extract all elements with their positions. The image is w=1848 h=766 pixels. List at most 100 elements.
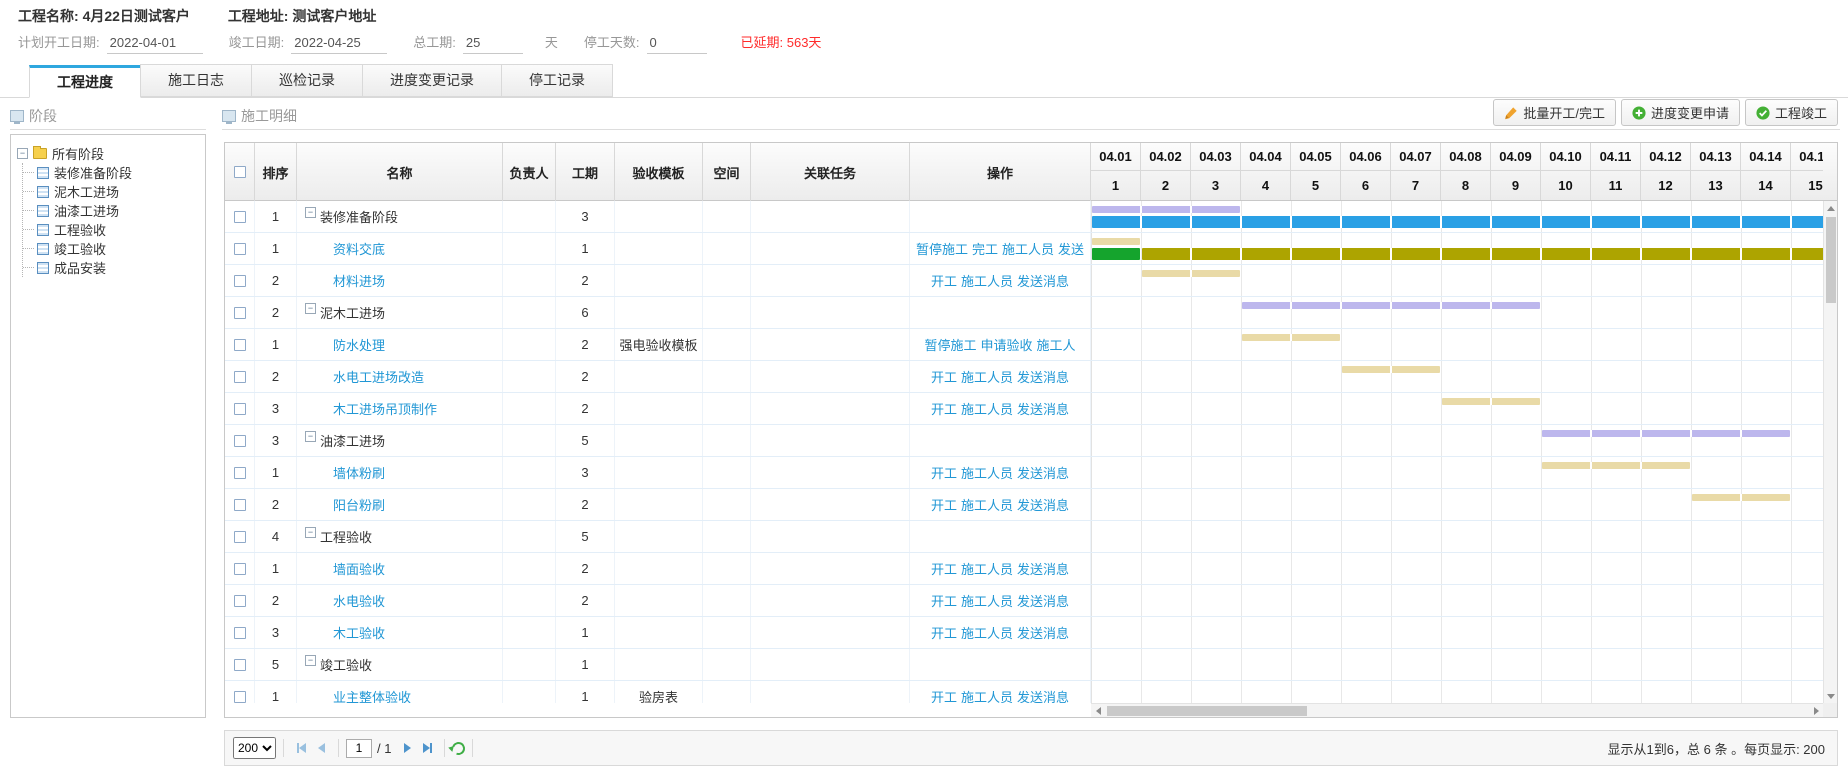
row-checkbox[interactable] (234, 499, 246, 511)
first-page-button[interactable] (291, 738, 311, 758)
gantt-bar-planned-task[interactable] (1142, 270, 1240, 277)
progress-change-request-button[interactable]: 进度变更申请 (1621, 99, 1740, 126)
op-link[interactable]: 施工人 (1037, 335, 1076, 354)
op-link[interactable]: 开工 (931, 591, 957, 610)
row-checkbox[interactable] (234, 243, 246, 255)
row-checkbox[interactable] (234, 467, 246, 479)
gantt-bar-overdue[interactable] (1142, 248, 1823, 260)
op-link[interactable]: 申请验收 (980, 335, 1032, 354)
op-link[interactable]: 发送消息 (1017, 623, 1069, 642)
op-link[interactable]: 发送消息 (1017, 367, 1069, 386)
op-link[interactable]: 开工 (931, 559, 957, 578)
collapse-icon[interactable] (305, 655, 316, 666)
finish-date-field[interactable]: 2022-04-25 (291, 35, 387, 54)
op-link[interactable]: 开工 (931, 623, 957, 642)
tree-root-all-stages[interactable]: 所有阶段 (17, 143, 199, 163)
row-checkbox[interactable] (234, 531, 246, 543)
gantt-bar-planned-group[interactable] (1542, 430, 1790, 437)
op-link[interactable]: 发送 (1058, 239, 1084, 258)
vertical-scrollbar[interactable] (1823, 201, 1837, 703)
op-link[interactable]: 施工人员 (1002, 239, 1054, 258)
gantt-bar-planned-task[interactable] (1692, 494, 1790, 501)
select-all-checkbox[interactable] (234, 166, 246, 178)
op-link[interactable]: 暂停施工 (924, 335, 976, 354)
op-link[interactable]: 施工人员 (961, 271, 1013, 290)
collapse-icon[interactable] (305, 303, 316, 314)
tab-item[interactable]: 工程进度 (29, 65, 141, 98)
row-checkbox[interactable] (234, 659, 246, 671)
row-checkbox[interactable] (234, 211, 246, 223)
tree-item[interactable]: 泥木工进场 (23, 182, 199, 201)
op-link[interactable]: 开工 (931, 495, 957, 514)
op-link[interactable]: 开工 (931, 271, 957, 290)
op-link[interactable]: 施工人员 (961, 463, 1013, 482)
gantt-bar-planned-task[interactable] (1242, 334, 1340, 341)
tab-item[interactable]: 进度变更记录 (362, 64, 502, 97)
op-link[interactable]: 开工 (931, 463, 957, 482)
row-checkbox[interactable] (234, 339, 246, 351)
row-checkbox[interactable] (234, 563, 246, 575)
row-checkbox[interactable] (234, 627, 246, 639)
page-size-select[interactable]: 200 (233, 737, 276, 759)
tab-item[interactable]: 施工日志 (140, 64, 252, 97)
task-name-link[interactable]: 水电验收 (333, 591, 385, 610)
tree-item[interactable]: 装修准备阶段 (23, 163, 199, 182)
row-checkbox[interactable] (234, 435, 246, 447)
task-name-link[interactable]: 木工进场吊顶制作 (333, 399, 437, 418)
row-checkbox[interactable] (234, 371, 246, 383)
next-page-button[interactable] (397, 738, 417, 758)
scroll-up-icon[interactable] (1824, 201, 1838, 215)
scroll-left-icon[interactable] (1091, 704, 1105, 718)
op-link[interactable]: 施工人员 (961, 623, 1013, 642)
gantt-bar-planned-group[interactable] (1242, 302, 1540, 309)
gantt-bar-done[interactable] (1092, 248, 1140, 260)
tree-item[interactable]: 竣工验收 (23, 239, 199, 258)
op-link[interactable]: 完工 (972, 239, 998, 258)
op-link[interactable]: 施工人员 (961, 559, 1013, 578)
gantt-bar-actual[interactable] (1092, 216, 1823, 228)
task-name-link[interactable]: 墙面验收 (333, 559, 385, 578)
task-name-link[interactable]: 木工验收 (333, 623, 385, 642)
tab-item[interactable]: 巡检记录 (251, 64, 363, 97)
gantt-bar-planned-group[interactable] (1092, 206, 1240, 213)
op-link[interactable]: 施工人员 (961, 591, 1013, 610)
task-name-link[interactable]: 业主整体验收 (333, 687, 411, 703)
op-link[interactable]: 发送消息 (1017, 495, 1069, 514)
op-link[interactable]: 发送消息 (1017, 559, 1069, 578)
op-link[interactable]: 发送消息 (1017, 399, 1069, 418)
total-duration-field[interactable]: 25 (463, 35, 523, 54)
task-name-link[interactable]: 防水处理 (333, 335, 385, 354)
collapse-icon[interactable] (305, 431, 316, 442)
vertical-scrollbar-thumb[interactable] (1826, 217, 1836, 303)
scroll-down-icon[interactable] (1824, 689, 1838, 703)
gantt-bar-planned-task[interactable] (1092, 238, 1140, 245)
task-name-link[interactable]: 材料进场 (333, 271, 385, 290)
op-link[interactable]: 开工 (931, 367, 957, 386)
page-input[interactable] (346, 739, 372, 758)
gantt-bar-planned-task[interactable] (1542, 462, 1690, 469)
scroll-right-icon[interactable] (1809, 704, 1823, 718)
tree-item[interactable]: 工程验收 (23, 220, 199, 239)
row-checkbox[interactable] (234, 595, 246, 607)
batch-start-finish-button[interactable]: 批量开工/完工 (1493, 99, 1616, 126)
tab-item[interactable]: 停工记录 (501, 64, 613, 97)
row-checkbox[interactable] (234, 307, 246, 319)
project-completion-button[interactable]: 工程竣工 (1745, 99, 1838, 126)
op-link[interactable]: 发送消息 (1017, 271, 1069, 290)
gantt-bar-planned-task[interactable] (1442, 398, 1540, 405)
task-name-link[interactable]: 墙体粉刷 (333, 463, 385, 482)
op-link[interactable]: 开工 (931, 399, 957, 418)
op-link[interactable]: 施工人员 (961, 495, 1013, 514)
collapse-icon[interactable] (305, 527, 316, 538)
plan-start-field[interactable]: 2022-04-01 (107, 35, 203, 54)
horizontal-scrollbar-thumb[interactable] (1107, 706, 1307, 716)
tree-item[interactable]: 成品安装 (23, 258, 199, 277)
op-link[interactable]: 暂停施工 (916, 239, 968, 258)
row-checkbox[interactable] (234, 403, 246, 415)
op-link[interactable]: 发送消息 (1017, 687, 1069, 703)
horizontal-scrollbar[interactable] (1091, 703, 1823, 717)
stop-days-field[interactable]: 0 (647, 35, 707, 54)
task-name-link[interactable]: 资料交底 (333, 239, 385, 258)
tree-item[interactable]: 油漆工进场 (23, 201, 199, 220)
task-name-link[interactable]: 阳台粉刷 (333, 495, 385, 514)
